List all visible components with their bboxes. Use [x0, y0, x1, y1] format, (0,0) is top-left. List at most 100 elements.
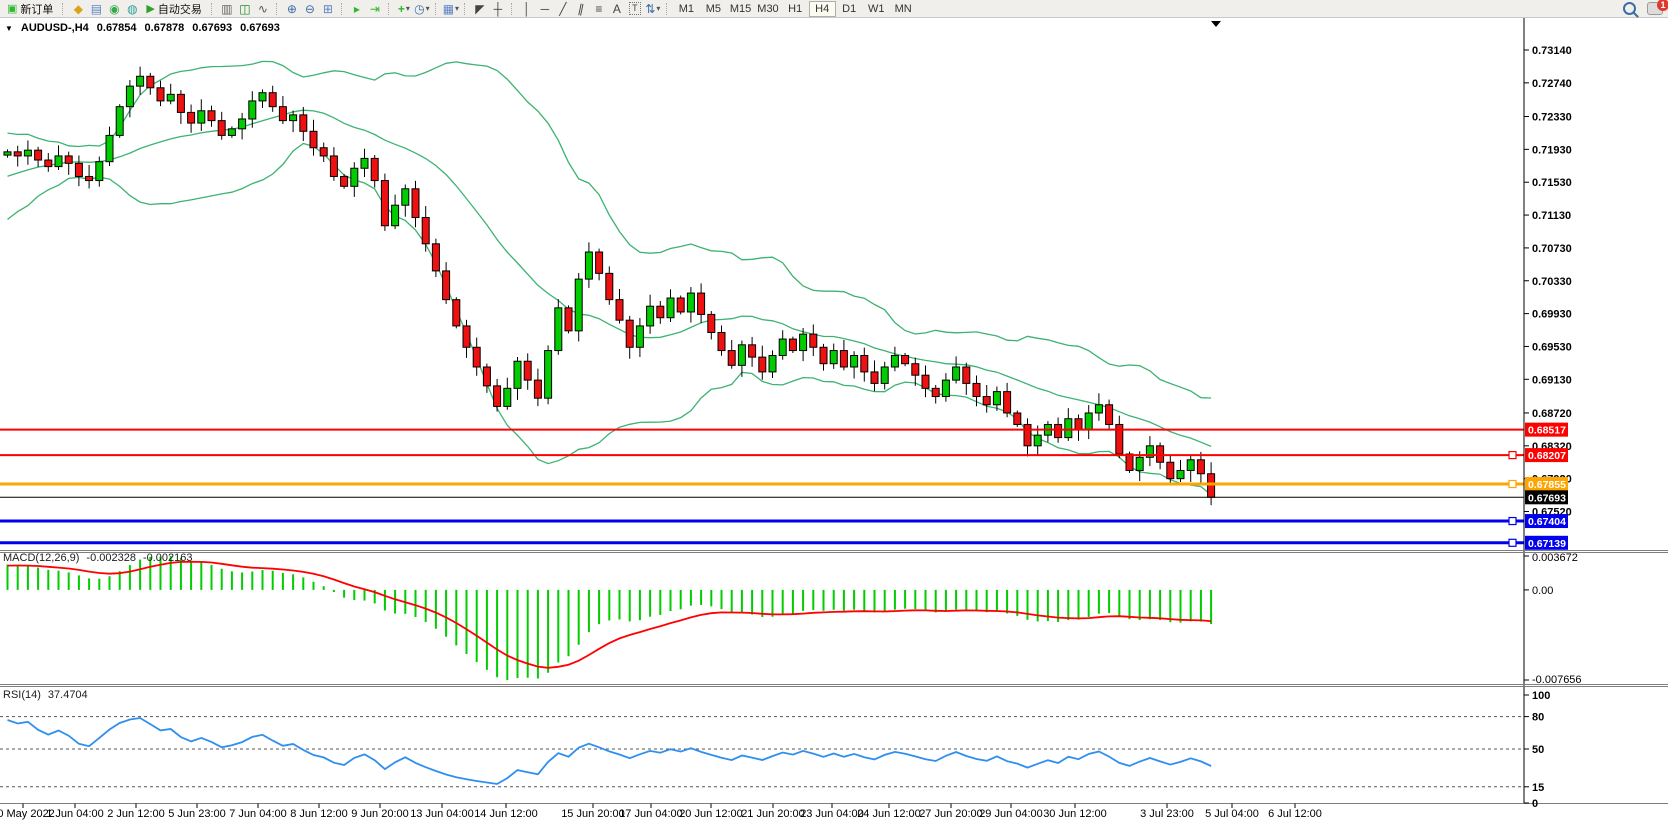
macd-label: MACD(12,26,9) -0.002328 -0.002163: [3, 552, 193, 564]
svg-text:3 Jul 23:00: 3 Jul 23:00: [1140, 808, 1194, 820]
chart-high: 0.67878: [145, 22, 185, 34]
chart-canvas[interactable]: 0.73140 0.72740 0.72330 0.71930 0.71530 0.711…: [0, 18, 1668, 824]
bar-chart-icon[interactable]: ▥: [218, 1, 236, 17]
chart-title-row: ▼ AUDUSD-,H4 0.67854 0.67878 0.67693 0.6…: [5, 22, 280, 34]
notification-badge: 1: [1657, 0, 1668, 11]
toolbar-separator: [666, 3, 669, 15]
dropdown-arrow-icon[interactable]: ▾: [455, 1, 459, 17]
chart-low: 0.67693: [192, 22, 232, 34]
svg-text:0.72330: 0.72330: [1532, 112, 1572, 124]
svg-text:15: 15: [1532, 782, 1544, 794]
autotrading-icon: ▶: [146, 2, 154, 15]
svg-text:0.71530: 0.71530: [1532, 177, 1572, 189]
chart-close: 0.67693: [240, 22, 280, 34]
crosshair-icon[interactable]: ┼: [489, 1, 507, 17]
signals-icon[interactable]: ◉: [105, 1, 123, 17]
svg-text:0.003672: 0.003672: [1532, 552, 1578, 564]
chart-shift-icon[interactable]: ⇥: [366, 1, 384, 17]
svg-text:29 Jun 04:00: 29 Jun 04:00: [979, 808, 1043, 820]
toolbar-separator: [62, 3, 65, 15]
svg-text:24 Jun 12:00: 24 Jun 12:00: [857, 808, 921, 820]
new-order-icon: ▣: [7, 2, 17, 15]
toolbar-separator: [464, 3, 467, 15]
new-order-button-label: 新订单: [20, 1, 53, 17]
svg-text:20 Jun 12:00: 20 Jun 12:00: [679, 808, 743, 820]
trendline-icon[interactable]: ╱: [554, 1, 572, 17]
chart-open: 0.67854: [97, 22, 137, 34]
timeframe-h1-button[interactable]: H1: [782, 1, 809, 17]
timeframe-m15-button[interactable]: M15: [727, 1, 754, 17]
zoom-in-icon[interactable]: ⊕: [283, 1, 301, 17]
search-icon[interactable]: [1623, 2, 1636, 15]
templates-icon[interactable]: ▦▾: [442, 1, 460, 17]
mql5-icon[interactable]: ◆: [69, 1, 87, 17]
data-window-icon[interactable]: ▤: [87, 1, 105, 17]
svg-text:13 Jun 04:00: 13 Jun 04:00: [410, 808, 474, 820]
candlestick-chart-icon[interactable]: ◫: [236, 1, 254, 17]
toolbar-separator: [511, 3, 514, 15]
market-icon[interactable]: ◍: [123, 1, 141, 17]
cursor-icon[interactable]: ◤: [471, 1, 489, 17]
chat-icon[interactable]: 1: [1647, 2, 1663, 15]
text-icon[interactable]: A: [608, 1, 626, 17]
dropdown-arrow-icon[interactable]: ▾: [656, 1, 660, 17]
line-chart-icon[interactable]: ∿: [254, 1, 272, 17]
text-label-icon[interactable]: T: [626, 1, 644, 17]
svg-text:0.69930: 0.69930: [1532, 309, 1572, 321]
indicators-icon[interactable]: +▾: [395, 1, 413, 17]
svg-text:0.70330: 0.70330: [1532, 276, 1572, 288]
svg-text:100: 100: [1532, 690, 1550, 702]
timeframe-m1-button[interactable]: M1: [673, 1, 700, 17]
macd-signal-value: -0.002163: [143, 552, 193, 564]
svg-text:0.73140: 0.73140: [1532, 45, 1572, 57]
arrows-icon[interactable]: ⇅▾: [644, 1, 662, 17]
rsi-label: RSI(14) 37.4704: [3, 689, 88, 701]
toolbar-separator: [211, 3, 214, 15]
svg-text:0.67404: 0.67404: [1528, 516, 1566, 528]
svg-text:0.71930: 0.71930: [1532, 144, 1572, 156]
timeframe-m5-button[interactable]: M5: [700, 1, 727, 17]
dropdown-arrow-icon[interactable]: ▾: [426, 1, 430, 17]
zoom-out-icon[interactable]: ⊖: [301, 1, 319, 17]
toolbar-right-icons: 1: [1623, 2, 1663, 15]
periods-icon[interactable]: ◷▾: [413, 1, 431, 17]
svg-text:0.71130: 0.71130: [1532, 210, 1571, 222]
svg-text:15 Jun 20:00: 15 Jun 20:00: [561, 808, 625, 820]
auto-scroll-icon[interactable]: ▸: [348, 1, 366, 17]
autotrading-button[interactable]: ▶ 自动交易: [141, 1, 206, 17]
autotrading-button-label: 自动交易: [158, 1, 202, 17]
svg-text:21 Jun 20:00: 21 Jun 20:00: [741, 808, 805, 820]
fibonacci-icon[interactable]: ≡: [590, 1, 608, 17]
rsi-name: RSI(14): [3, 689, 41, 701]
rsi-value: 37.4704: [48, 689, 88, 701]
svg-text:0.70730: 0.70730: [1532, 243, 1572, 255]
horizontal-line-icon[interactable]: ─: [536, 1, 554, 17]
svg-text:0: 0: [1532, 798, 1538, 810]
svg-text:9 Jun 20:00: 9 Jun 20:00: [351, 808, 409, 820]
svg-text:0.68517: 0.68517: [1528, 425, 1566, 437]
toolbar-items: ▣新订单 ◆▤◉◍ ▶ 自动交易 ▥◫∿ ⊕⊖⊞ ▸⇥ +▾◷▾ ▦▾ ◤┼ │─╱∥≡AT⇅▾ M1…: [2, 1, 917, 17]
vertical-line-icon[interactable]: │: [518, 1, 536, 17]
chart-symbol: AUDUSD-,H4: [21, 22, 89, 34]
timeframe-h4-button[interactable]: H4: [809, 1, 836, 17]
symbol-menu-icon[interactable]: ▼: [5, 24, 13, 33]
timeframe-m30-button[interactable]: M30: [754, 1, 781, 17]
svg-text:0.69530: 0.69530: [1532, 341, 1572, 353]
svg-text:27 Jun 20:00: 27 Jun 20:00: [919, 808, 983, 820]
timeframe-d1-button[interactable]: D1: [836, 1, 863, 17]
new-order-button[interactable]: ▣新订单: [2, 1, 58, 17]
toolbar-separator: [388, 3, 391, 15]
svg-text:0.68207: 0.68207: [1528, 450, 1566, 462]
timeframe-w1-button[interactable]: W1: [863, 1, 890, 17]
svg-text:6 Jul 12:00: 6 Jul 12:00: [1268, 808, 1322, 820]
macd-value: -0.002328: [86, 552, 136, 564]
svg-text:17 Jun 04:00: 17 Jun 04:00: [619, 808, 683, 820]
timeframe-mn-button[interactable]: MN: [890, 1, 917, 17]
equidistant-channel-icon[interactable]: ∥: [572, 1, 590, 17]
svg-text:0.72740: 0.72740: [1532, 78, 1572, 90]
dropdown-arrow-icon[interactable]: ▾: [406, 1, 410, 17]
svg-text:0.68720: 0.68720: [1532, 408, 1572, 420]
svg-text:23 Jun 04:00: 23 Jun 04:00: [800, 808, 864, 820]
toolbar-separator: [341, 3, 344, 15]
tile-windows-icon[interactable]: ⊞: [319, 1, 337, 17]
